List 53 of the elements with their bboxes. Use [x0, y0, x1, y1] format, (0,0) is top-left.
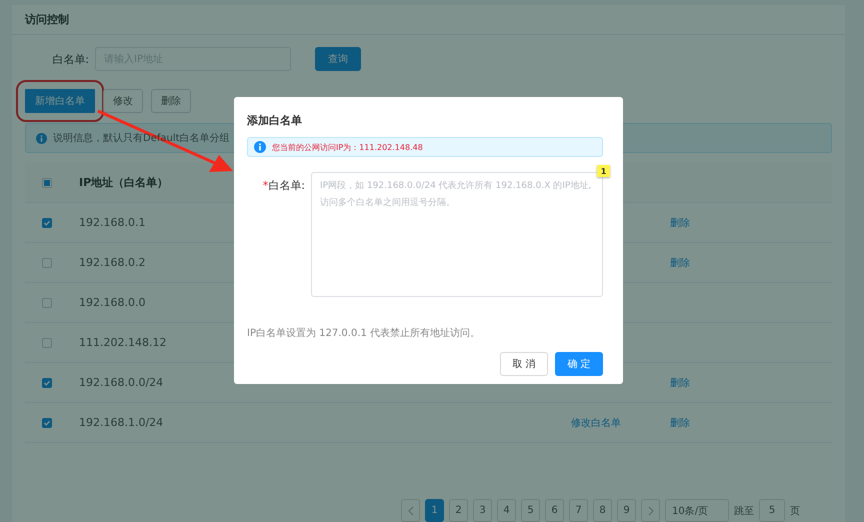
search-label: 白名单:	[51, 52, 90, 66]
row-checkbox[interactable]	[42, 218, 52, 228]
page-title: 访问控制	[25, 12, 69, 27]
field-label-text: 白名单:	[268, 179, 305, 192]
confirm-button[interactable]: 确 定	[555, 352, 603, 376]
delete-link[interactable]: 删除	[670, 218, 690, 228]
page-size-select[interactable]: 10条/页	[665, 499, 729, 522]
info-icon	[254, 141, 266, 153]
column-header: IP地址（白名单）	[79, 176, 168, 189]
next-page-button[interactable]	[641, 499, 660, 522]
query-button[interactable]: 查询	[315, 47, 361, 71]
prev-page-button[interactable]	[401, 499, 420, 522]
whitelist-field[interactable]: IP网段，如 192.168.0.0/24 代表允许所有 192.168.0.X 的IP地址,访问多个白名单之间用逗号分隔。	[311, 172, 603, 297]
toolbar-button[interactable]: 修改	[103, 89, 143, 113]
chevron-left-icon	[408, 506, 414, 516]
jump-field[interactable]: 5	[759, 499, 785, 522]
row-checkbox[interactable]	[42, 258, 52, 268]
ip-cell: 192.168.0.1	[79, 216, 146, 229]
page-button[interactable]: 4	[497, 499, 516, 522]
page-button[interactable]: 1	[425, 499, 444, 522]
row-checkbox[interactable]	[42, 298, 52, 308]
row-checkbox[interactable]	[42, 418, 52, 428]
alert-text: 您当前的公网访问IP为：111.202.148.48	[272, 142, 423, 152]
note-text: IP白名单设置为 127.0.0.1 代表禁止所有地址访问。	[247, 326, 482, 340]
page-unit-label: 页	[790, 504, 800, 518]
edit-link[interactable]: 修改白名单	[571, 418, 621, 428]
cancel-button[interactable]: 取 消	[500, 352, 548, 376]
toolbar-button[interactable]: 删除	[151, 89, 191, 113]
page-button[interactable]: 8	[593, 499, 612, 522]
delete-link[interactable]: 删除	[670, 418, 690, 428]
jump-label: 跳至	[734, 504, 754, 518]
row-checkbox[interactable]	[42, 338, 52, 348]
page-button[interactable]: 3	[473, 499, 492, 522]
required-mark: *	[262, 179, 268, 192]
page-button[interactable]: 2	[449, 499, 468, 522]
ip-cell: 192.168.1.0/24	[79, 416, 164, 429]
ip-cell: 192.168.0.0	[79, 296, 146, 309]
dialog-title: 添加白名单	[247, 113, 303, 128]
page-button[interactable]: 9	[617, 499, 636, 522]
ip-cell: 192.168.0.2	[79, 256, 146, 269]
note-badge: 1	[597, 165, 610, 177]
info-icon	[36, 132, 47, 144]
delete-link[interactable]: 删除	[670, 258, 690, 268]
page-button[interactable]: 5	[521, 499, 540, 522]
row-checkbox[interactable]	[42, 378, 52, 388]
toolbar-button[interactable]: 新增白名单	[25, 89, 95, 113]
delete-link[interactable]: 删除	[670, 378, 690, 388]
chevron-right-icon	[648, 506, 654, 516]
select-all-checkbox[interactable]	[42, 178, 52, 188]
ip-cell: 192.168.0.0/24	[79, 376, 164, 389]
page-button[interactable]: 7	[569, 499, 588, 522]
page-button[interactable]: 6	[545, 499, 564, 522]
ip-cell: 111.202.148.12	[79, 336, 166, 349]
